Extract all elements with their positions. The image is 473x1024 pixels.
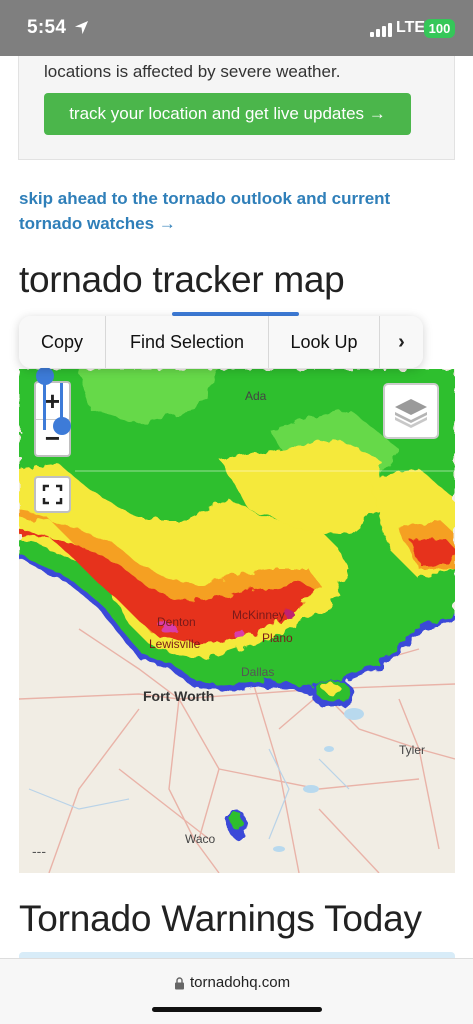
skip-link-line2: tornado watches → (19, 214, 176, 233)
browser-address-bar[interactable]: tornadohq.com (0, 958, 473, 1024)
layers-button[interactable] (383, 383, 439, 439)
map-label-plano: Plano (262, 631, 293, 645)
text-context-menu: Copy Find Selection Look Up › (19, 316, 423, 368)
skip-ahead-link[interactable]: skip ahead to the tornado outlook and cu… (19, 186, 449, 236)
layers-icon (395, 399, 427, 428)
map-label-lewisville: Lewisville (149, 637, 201, 651)
battery-indicator: 100 (424, 19, 455, 38)
home-indicator[interactable] (152, 1007, 322, 1012)
alert-text: locations is affected by severe weather. (44, 62, 341, 81)
map-label-fort-worth: Fort Worth (143, 688, 215, 704)
url-text: tornadohq.com (190, 974, 291, 991)
warnings-title: Tornado Warnings Today (19, 898, 422, 939)
menu-copy[interactable]: Copy (19, 316, 106, 368)
selection-start-line (43, 380, 46, 430)
menu-more-chevron-icon[interactable]: › (380, 316, 423, 368)
fullscreen-icon (42, 484, 63, 505)
map-label-waco: Waco (185, 832, 216, 846)
fullscreen-button[interactable] (34, 476, 71, 513)
map-label-tyler: Tyler (399, 743, 426, 757)
network-type: LTE (396, 19, 426, 36)
menu-find-selection[interactable]: Find Selection (106, 316, 269, 368)
map-label-dallas: Dallas (241, 665, 275, 679)
tornado-tracker-map[interactable]: Ada McKinney Denton Lewisville Plano Dal… (19, 369, 455, 873)
map-label-mckinney: McKinney (232, 608, 285, 622)
alert-card: locations is affected by severe weather.… (18, 56, 455, 160)
map-section-title: tornado tracker map (19, 259, 345, 300)
location-arrow-icon (74, 20, 89, 35)
map-label-ada: Ada (245, 389, 267, 403)
track-location-button[interactable]: track your location and get live updates… (44, 93, 411, 135)
lock-icon (175, 977, 184, 990)
map-label-denton: Denton (157, 615, 196, 629)
menu-look-up[interactable]: Look Up (269, 316, 380, 368)
status-time: 5:54 (27, 17, 67, 38)
cellular-signal-icon (370, 23, 392, 37)
status-bar: 5:54 LTE 100 (0, 0, 473, 56)
skip-link-line1: skip ahead to the tornado outlook and cu… (19, 189, 391, 208)
selection-end-handle[interactable] (53, 417, 71, 435)
zoom-in-button[interactable]: + (36, 383, 69, 419)
map-scale: --- (32, 843, 46, 859)
